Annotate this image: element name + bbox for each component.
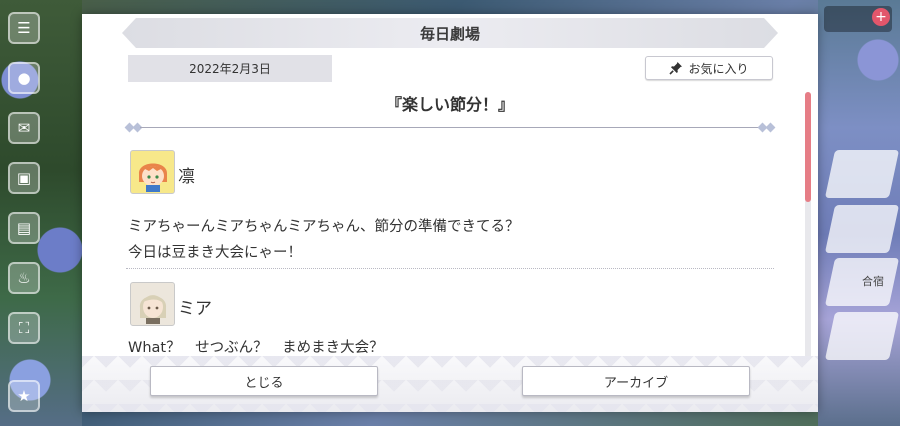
close-button[interactable]: とじる <box>150 366 378 396</box>
daily-theater-panel: 毎日劇場 2022年2月3日 お気に入り 『楽しい節分！』 凛 ミアちゃーんミア… <box>82 14 818 412</box>
scrollbar[interactable] <box>805 92 811 364</box>
dialogue-scroll-area[interactable]: 凛 ミアちゃーんミアちゃんミアちゃん、節分の準備できてる？ 今日は豆まき大会にゃ… <box>126 142 774 362</box>
plus-icon[interactable]: + <box>872 8 890 26</box>
story-title: 『楽しい節分！』 <box>385 95 514 114</box>
dialogue-line: What？ せつぶん？ まめまき大会？ <box>128 340 384 356</box>
speaker-name: ミア <box>178 299 212 319</box>
dialogue-line: ミアちゃーんミアちゃんミアちゃん、節分の準備できてる？ <box>128 219 520 235</box>
present-icon[interactable]: ✉ <box>8 112 40 144</box>
pin-icon <box>669 61 683 75</box>
entry-separator <box>126 268 774 269</box>
gift-icon[interactable]: ▣ <box>8 162 40 194</box>
watering-icon[interactable]: ♨ <box>8 262 40 294</box>
fullscreen-icon[interactable]: ⛶ <box>8 312 40 344</box>
rin-avatar-icon <box>130 150 175 194</box>
photo-icon[interactable]: ▤ <box>8 212 40 244</box>
item-icon[interactable]: ★ <box>8 380 40 412</box>
right-tile-2[interactable] <box>824 205 900 253</box>
menu-icon[interactable]: ☰ <box>8 12 40 44</box>
right-tile-1[interactable] <box>824 150 900 198</box>
archive-button[interactable]: アーカイブ <box>522 366 750 396</box>
right-tile-4[interactable] <box>824 312 900 360</box>
mia-avatar-icon <box>130 282 175 326</box>
dialogue-entry: 凛 ミアちゃーんミアちゃんミアちゃん、節分の準備できてる？ 今日は豆まき大会にゃ… <box>126 142 774 269</box>
favorite-label: お気に入り <box>688 61 749 76</box>
dialogue-entry: ミア What？ せつぶん？ まめまき大会？ <box>126 282 774 362</box>
speaker-name: 凛 <box>178 167 195 187</box>
title-divider <box>124 122 776 134</box>
scrollbar-thumb[interactable] <box>805 92 811 202</box>
dialogue-line: 今日は豆まき大会にゃー！ <box>128 245 302 261</box>
right-tile-label: 合宿 <box>862 275 884 288</box>
panel-footer: とじる アーカイブ <box>82 356 818 412</box>
chat-icon[interactable]: ● <box>8 62 40 94</box>
date-label: 2022年2月3日 <box>128 55 332 82</box>
favorite-button[interactable]: お気に入り <box>645 56 773 80</box>
panel-title: 毎日劇場 <box>122 18 778 48</box>
